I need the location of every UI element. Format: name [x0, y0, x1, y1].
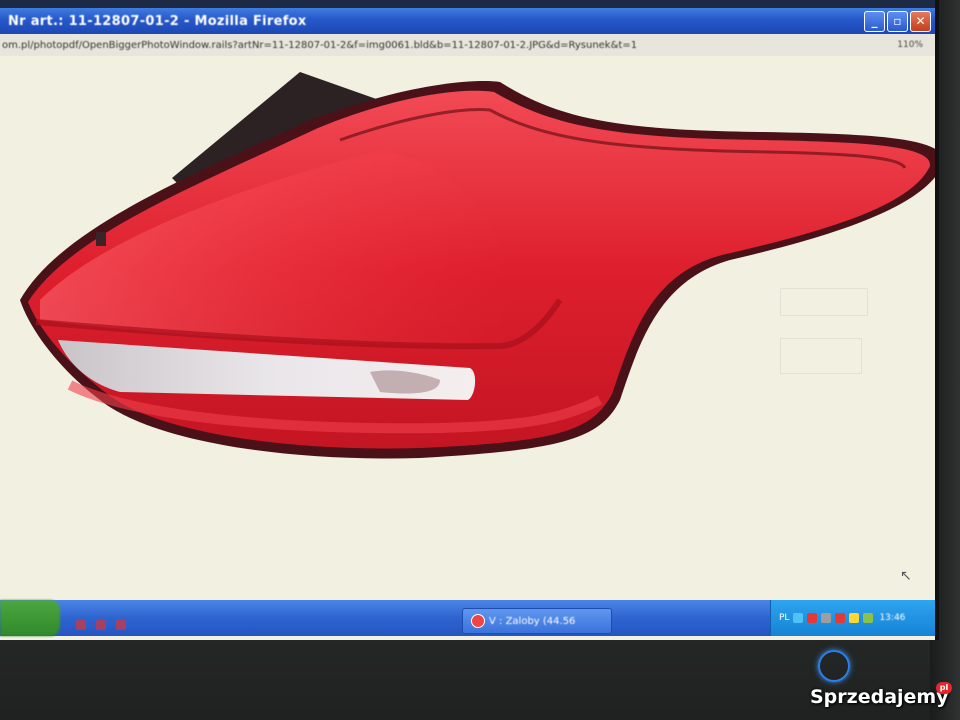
- tray-update-icon[interactable]: [849, 613, 860, 623]
- language-indicator[interactable]: PL: [779, 613, 789, 623]
- taskbar[interactable]: V : Zaloby (44.56 PL 13:46: [0, 600, 935, 636]
- mouse-cursor-icon: ↖: [900, 568, 912, 584]
- power-icon[interactable]: [818, 650, 850, 682]
- quicklaunch-icon[interactable]: [116, 620, 126, 630]
- lamp-connector: [96, 232, 106, 246]
- tray-antivirus-icon[interactable]: [807, 613, 818, 623]
- clock[interactable]: 13:46: [879, 613, 905, 623]
- tray-security-icon[interactable]: [835, 613, 846, 623]
- system-tray: PL 13:46: [770, 600, 935, 636]
- screen: Nr art.: 11-12807-01-2 - Mozilla Firefox…: [0, 0, 939, 640]
- tray-app-icon[interactable]: [863, 613, 874, 623]
- tray-network-icon[interactable]: [793, 613, 804, 623]
- quicklaunch-icon[interactable]: [96, 620, 106, 630]
- task-label: V : Zaloby (44.56: [489, 615, 576, 627]
- watermark-suffix: pl: [936, 682, 952, 694]
- firefox-icon: [471, 614, 485, 628]
- taskbar-firefox-button[interactable]: V : Zaloby (44.56: [462, 608, 612, 634]
- tray-volume-icon[interactable]: [821, 613, 832, 623]
- start-button[interactable]: [0, 600, 60, 636]
- tail-lamp-image: [20, 72, 935, 459]
- quicklaunch-icon[interactable]: [76, 620, 86, 630]
- watermark-logo: Sprzedajemy: [810, 686, 949, 708]
